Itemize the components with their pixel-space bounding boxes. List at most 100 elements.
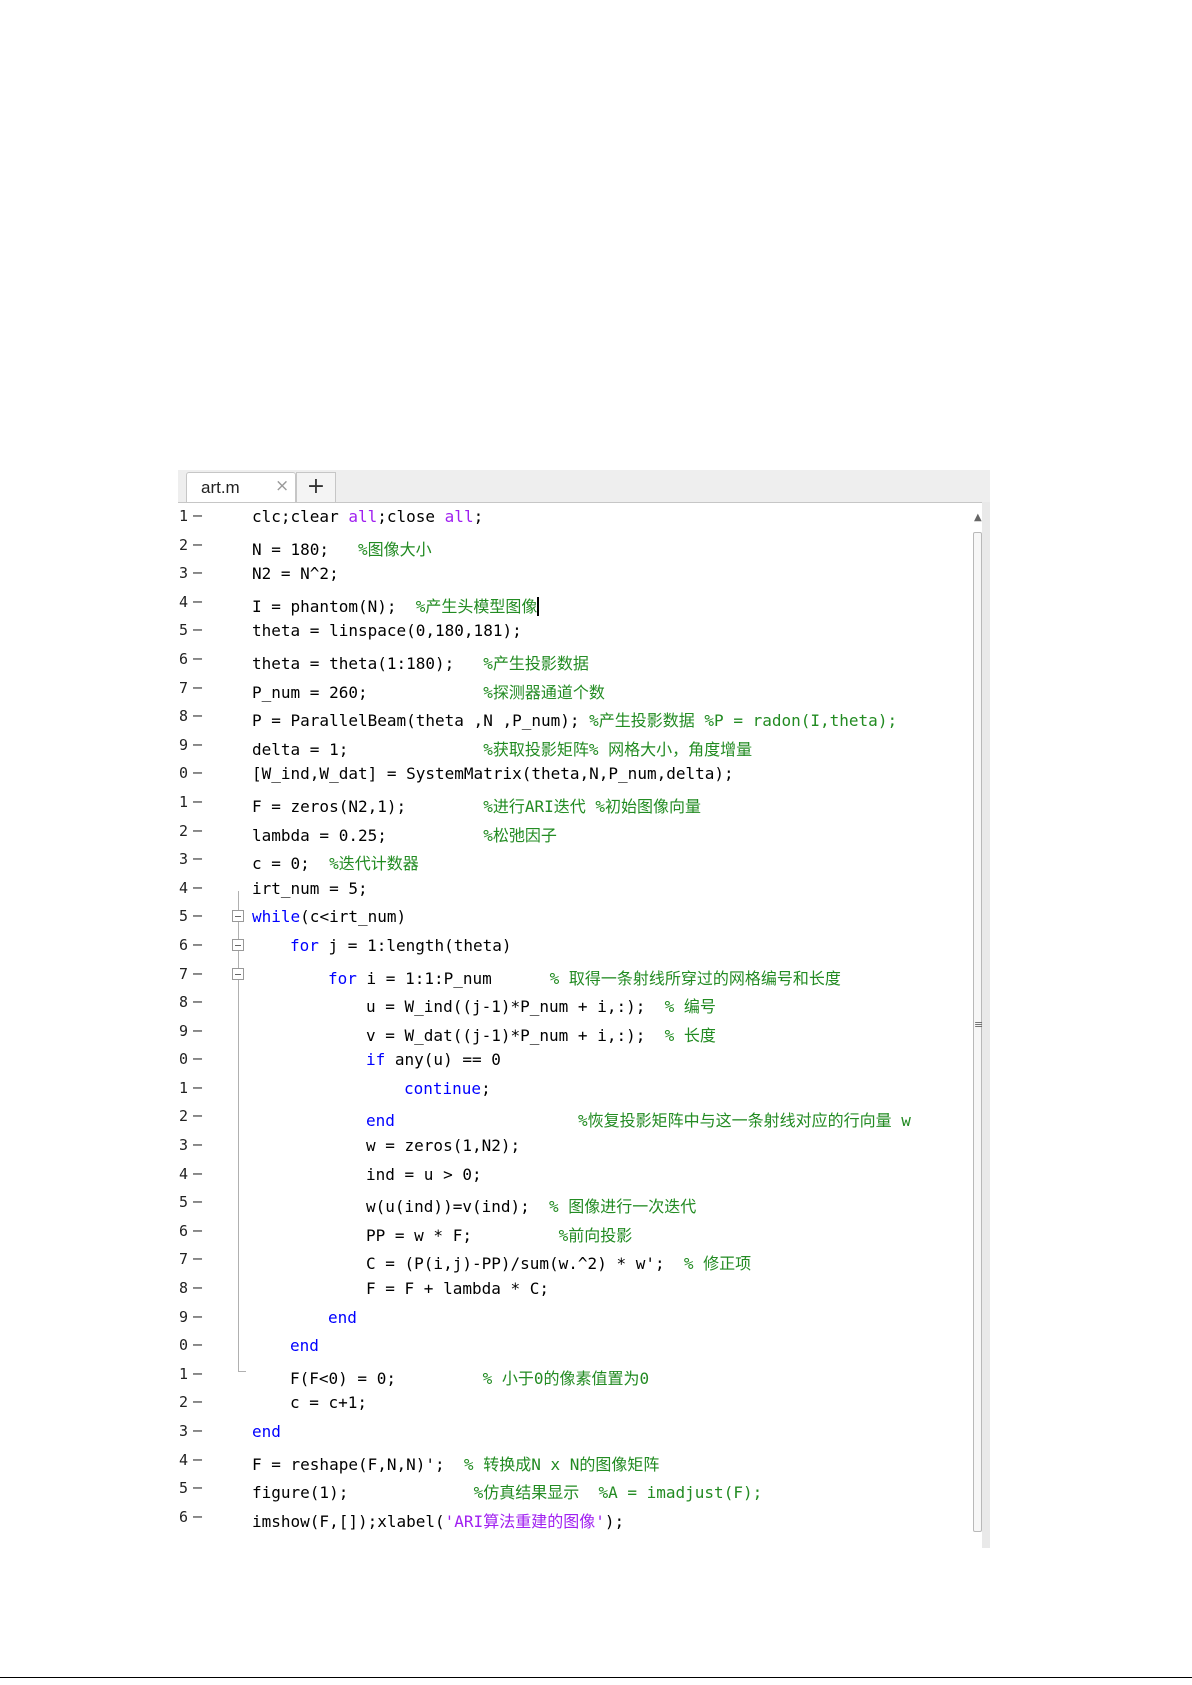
breakpoint-dash[interactable]: – [193,763,202,781]
breakpoint-dash[interactable]: – [193,506,202,524]
code-line[interactable]: 0– [W_ind,W_dat] = SystemMatrix(theta,N,P… [178,760,973,789]
code-text[interactable]: c = c+1; [290,1393,367,1412]
split-grip-icon[interactable]: ≡ [974,1018,983,1031]
code-editor[interactable]: art.m × + ▲ ≡ 1– clc;clear all;close all;… [178,470,990,1548]
breakpoint-dash[interactable]: – [193,849,202,867]
code-text[interactable]: end %恢复投影矩阵中与这一条射线对应的行向量 w [366,1107,911,1131]
breakpoint-dash[interactable]: – [193,678,202,696]
breakpoint-dash[interactable]: – [193,1307,202,1325]
breakpoint-dash[interactable]: – [193,935,202,953]
close-icon[interactable]: × [275,476,289,496]
breakpoint-dash[interactable]: – [193,649,202,667]
code-text[interactable]: lambda = 0.25; %松弛因子 [252,822,557,846]
code-line[interactable]: 3– N2 = N^2; [178,560,973,589]
code-line[interactable]: 8– F = F + lambda * C; [178,1275,973,1304]
code-line[interactable]: 6– imshow(F,[]);xlabel('ARI算法重建的图像'); [178,1504,973,1533]
code-text[interactable]: delta = 1; %获取投影矩阵% 网格大小，角度增量 [252,736,752,760]
code-text[interactable]: N = 180; %图像大小 [252,536,432,560]
code-line[interactable]: 1– F = zeros(N2,1); %进行ARI迭代 %初始图像向量 [178,789,973,818]
code-line[interactable]: 7– for i = 1:1:P_num % 取得一条射线所穿过的网格编号和长度 [178,961,973,990]
code-text[interactable]: PP = w * F; %前向投影 [366,1222,632,1246]
scroll-up-icon[interactable]: ▲ [974,512,982,523]
code-text[interactable]: ind = u > 0; [366,1165,482,1184]
code-line[interactable]: 5– theta = linspace(0,180,181); [178,617,973,646]
code-line[interactable]: 9– delta = 1; %获取投影矩阵% 网格大小，角度增量 [178,732,973,761]
code-line[interactable]: 5– while(c<irt_num) [178,903,973,932]
code-line[interactable]: 5– w(u(ind))=v(ind); % 图像进行一次迭代 [178,1189,973,1218]
code-text[interactable]: theta = theta(1:180); %产生投影数据 [252,650,589,674]
code-text[interactable]: [W_ind,W_dat] = SystemMatrix(theta,N,P_n… [252,764,734,783]
breakpoint-dash[interactable]: – [193,620,202,638]
breakpoint-dash[interactable]: – [193,735,202,753]
breakpoint-dash[interactable]: – [193,1249,202,1267]
code-text[interactable]: c = 0; %迭代计数器 [252,850,419,874]
breakpoint-dash[interactable]: – [193,535,202,553]
fold-toggle-icon[interactable] [232,938,244,951]
code-line[interactable]: 2– N = 180; %图像大小 [178,532,973,561]
code-lines[interactable]: 1– clc;clear all;close all; 2– N = 180; %图像… [178,503,973,1532]
breakpoint-dash[interactable]: – [193,1221,202,1239]
code-line[interactable]: 1– clc;clear all;close all; [178,503,973,532]
code-line[interactable]: 3– end [178,1418,973,1447]
code-text[interactable]: F = F + lambda * C; [366,1279,549,1298]
code-text[interactable]: I = phantom(N); %产生头模型图像 [252,593,540,617]
breakpoint-dash[interactable]: – [193,1164,202,1182]
code-line[interactable]: 7– P_num = 260; %探测器通道个数 [178,675,973,704]
code-line[interactable]: 0– end [178,1332,973,1361]
fold-toggle-icon[interactable] [232,967,244,980]
code-line[interactable]: 2– c = c+1; [178,1389,973,1418]
code-text[interactable]: C = (P(i,j)-PP)/sum(w.^2) * w'; % 修正项 [366,1250,751,1274]
code-text[interactable]: w = zeros(1,N2); [366,1136,520,1155]
code-line[interactable]: 8– u = W_ind((j-1)*P_num + i,:); % 编号 [178,989,973,1018]
breakpoint-dash[interactable]: – [193,1421,202,1439]
breakpoint-dash[interactable]: – [193,563,202,581]
fold-toggle-icon[interactable] [232,910,244,923]
breakpoint-dash[interactable]: – [193,1049,202,1067]
code-line[interactable]: 2– end %恢复投影矩阵中与这一条射线对应的行向量 w [178,1103,973,1132]
vertical-scrollbar[interactable] [973,532,982,1532]
code-text[interactable]: F = reshape(F,N,N)'; % 转换成N x N的图像矩阵 [252,1451,659,1475]
code-line[interactable]: 1– continue; [178,1075,973,1104]
code-line[interactable]: 4– ind = u > 0; [178,1161,973,1190]
breakpoint-dash[interactable]: – [193,992,202,1010]
code-text[interactable]: for j = 1:length(theta) [290,936,512,955]
code-text[interactable]: continue; [404,1079,491,1098]
code-line[interactable]: 6– for j = 1:length(theta) [178,932,973,961]
breakpoint-dash[interactable]: – [193,706,202,724]
code-text[interactable]: imshow(F,[]);xlabel('ARI算法重建的图像'); [252,1508,624,1532]
breakpoint-dash[interactable]: – [193,1335,202,1353]
code-line[interactable]: 0– if any(u) == 0 [178,1046,973,1075]
code-line[interactable]: 1– F(F<0) = 0; % 小于0的像素值置为0 [178,1361,973,1390]
breakpoint-dash[interactable]: – [193,821,202,839]
code-text[interactable]: while(c<irt_num) [252,907,406,926]
code-text[interactable]: theta = linspace(0,180,181); [252,621,522,640]
breakpoint-dash[interactable]: – [193,792,202,810]
code-line[interactable]: 3– w = zeros(1,N2); [178,1132,973,1161]
code-text[interactable]: figure(1); %仿真结果显示 %A = imadjust(F); [252,1479,762,1503]
code-text[interactable]: end [252,1422,281,1441]
breakpoint-dash[interactable]: – [193,906,202,924]
code-text[interactable]: for i = 1:1:P_num % 取得一条射线所穿过的网格编号和长度 [328,965,841,989]
code-text[interactable]: u = W_ind((j-1)*P_num + i,:); % 编号 [366,993,716,1017]
code-text[interactable]: clc;clear all;close all; [252,507,483,526]
code-text[interactable]: end [290,1336,319,1355]
breakpoint-dash[interactable]: – [193,1278,202,1296]
code-text[interactable]: v = W_dat((j-1)*P_num + i,:); % 长度 [366,1022,716,1046]
breakpoint-dash[interactable]: – [193,1364,202,1382]
breakpoint-dash[interactable]: – [193,1478,202,1496]
breakpoint-dash[interactable]: – [193,878,202,896]
breakpoint-dash[interactable]: – [193,592,202,610]
code-text[interactable]: if any(u) == 0 [366,1050,501,1069]
breakpoint-dash[interactable]: – [193,1192,202,1210]
breakpoint-dash[interactable]: – [193,964,202,982]
breakpoint-dash[interactable]: – [193,1450,202,1468]
code-line[interactable]: 9– end [178,1304,973,1333]
add-tab-button[interactable]: + [296,472,336,502]
code-line[interactable]: 4– I = phantom(N); %产生头模型图像 [178,589,973,618]
code-text[interactable]: F = zeros(N2,1); %进行ARI迭代 %初始图像向量 [252,793,701,817]
code-text[interactable]: irt_num = 5; [252,879,368,898]
code-text[interactable]: N2 = N^2; [252,564,339,583]
code-line[interactable]: 4– F = reshape(F,N,N)'; % 转换成N x N的图像矩阵 [178,1447,973,1476]
code-line[interactable]: 8– P = ParallelBeam(theta ,N ,P_num); %产生… [178,703,973,732]
code-text[interactable]: P_num = 260; %探测器通道个数 [252,679,605,703]
